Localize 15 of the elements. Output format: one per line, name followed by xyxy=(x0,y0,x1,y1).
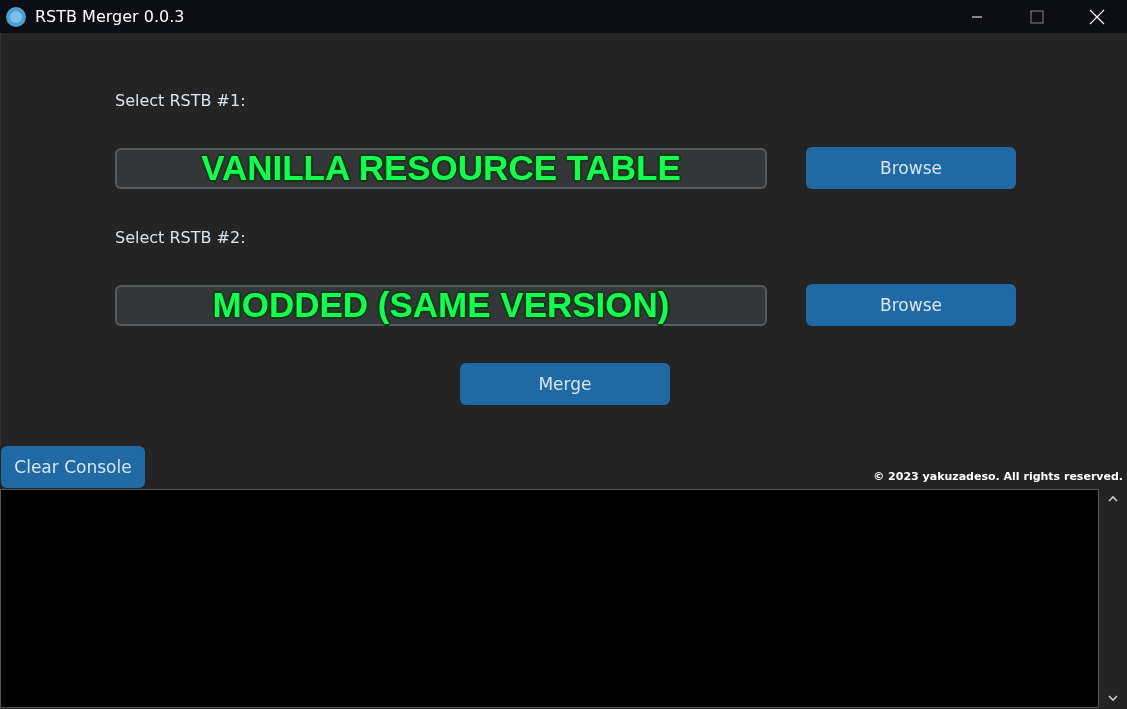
file-path-field[interactable]: VANILLA RESOURCE TABLE xyxy=(115,147,767,189)
window-title: RSTB Merger 0.0.3 xyxy=(35,7,186,26)
clear-console-button[interactable]: Clear Console xyxy=(1,446,145,488)
close-icon[interactable] xyxy=(1089,8,1105,25)
file-path-field[interactable]: MODDED (SAME VERSION) xyxy=(115,284,767,326)
copyright-text: © 2023 yakuzadeso. All rights reserved. xyxy=(873,470,1123,483)
browse-button[interactable]: Browse xyxy=(806,284,1016,326)
browse-button[interactable]: Browse xyxy=(806,147,1016,189)
scroll-down-icon[interactable] xyxy=(1108,695,1118,702)
field-label: Select RSTB #1: xyxy=(115,90,247,112)
field-label: Select RSTB #2: xyxy=(115,227,247,249)
minimize-icon[interactable] xyxy=(971,15,983,18)
scroll-up-icon[interactable] xyxy=(1108,495,1118,502)
merge-button[interactable]: Merge xyxy=(460,363,670,405)
app-logo-icon xyxy=(5,5,27,28)
